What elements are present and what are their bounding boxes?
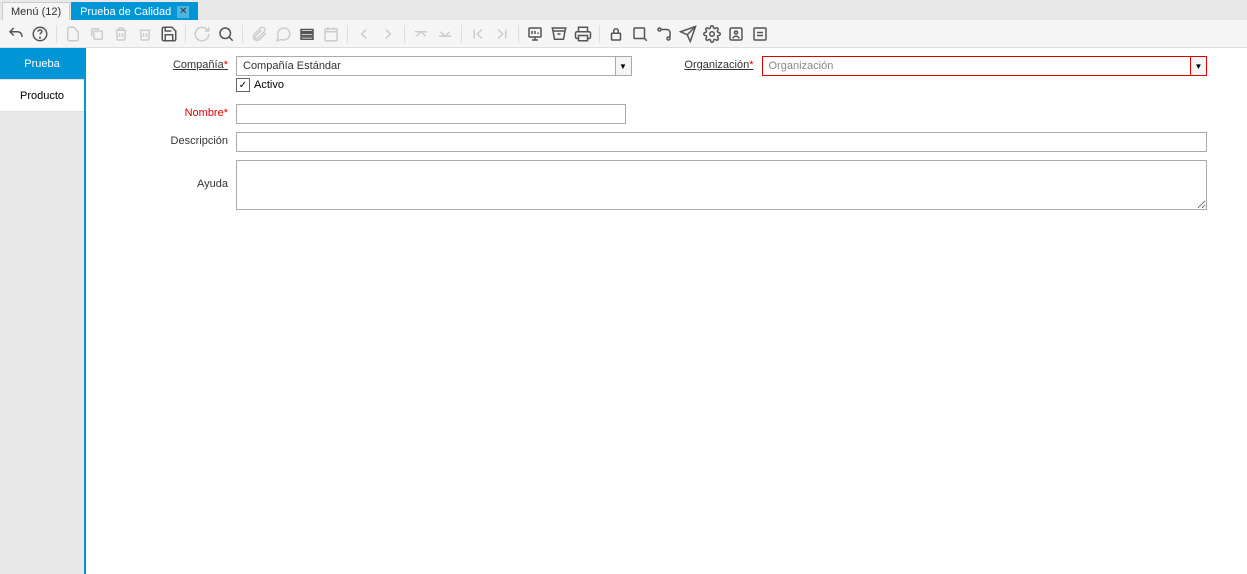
delete-selected-icon — [135, 24, 155, 44]
copy-icon — [87, 24, 107, 44]
organizacion-field[interactable]: Organización ▼ — [762, 56, 1208, 76]
chevron-down-icon[interactable]: ▼ — [1190, 57, 1206, 75]
sidebar-tab-producto[interactable]: Producto — [0, 80, 84, 112]
toolbar — [0, 20, 1247, 48]
parent-icon — [411, 24, 431, 44]
activo-checkbox[interactable]: ✓ — [236, 78, 250, 92]
delete-icon — [111, 24, 131, 44]
grid-toggle-icon[interactable] — [297, 24, 317, 44]
organizacion-label[interactable]: Organización — [672, 56, 762, 76]
help-icon[interactable] — [30, 24, 50, 44]
sidebar-tab-label: Producto — [20, 90, 64, 102]
sidebar-tab-prueba[interactable]: Prueba — [0, 48, 84, 80]
ayuda-textarea[interactable] — [236, 160, 1207, 210]
print-icon[interactable] — [573, 24, 593, 44]
new-icon — [63, 24, 83, 44]
compania-field[interactable]: Compañía Estándar ▼ — [236, 56, 632, 76]
chevron-down-icon[interactable]: ▼ — [615, 57, 631, 75]
organizacion-placeholder: Organización — [763, 57, 1191, 75]
first-record-icon — [468, 24, 488, 44]
prev-icon — [378, 24, 398, 44]
sidebar-tab-label: Prueba — [24, 58, 59, 70]
detail-icon — [435, 24, 455, 44]
nombre-input[interactable] — [236, 104, 626, 124]
tab-prueba-calidad[interactable]: Prueba de Calidad ✕ — [71, 2, 198, 20]
export-icon[interactable] — [750, 24, 770, 44]
descripcion-label: Descripción — [96, 132, 236, 147]
ayuda-label: Ayuda — [96, 160, 236, 190]
gear-icon[interactable] — [702, 24, 722, 44]
calendar-icon — [321, 24, 341, 44]
chat-icon — [273, 24, 293, 44]
compania-label[interactable]: Compañía — [96, 56, 236, 76]
tab-menu[interactable]: Menú (12) — [2, 2, 70, 20]
refresh-icon — [192, 24, 212, 44]
last-record-icon — [492, 24, 512, 44]
tab-label: Prueba de Calidad — [80, 6, 171, 18]
sidebar: Prueba Producto — [0, 48, 86, 574]
workflow-icon[interactable] — [654, 24, 674, 44]
zoom-icon[interactable] — [630, 24, 650, 44]
descripcion-input[interactable] — [236, 132, 1207, 152]
report-icon[interactable] — [525, 24, 545, 44]
window-tabs: Menú (12) Prueba de Calidad ✕ — [0, 0, 1247, 20]
request-icon[interactable] — [678, 24, 698, 44]
attachment-icon — [249, 24, 269, 44]
activo-checkbox-row[interactable]: ✓ Activo — [236, 76, 1207, 92]
form-content: Compañía Compañía Estándar ▼ Organizació… — [86, 48, 1247, 574]
close-icon[interactable]: ✕ — [177, 6, 189, 18]
save-icon[interactable] — [159, 24, 179, 44]
first-icon — [354, 24, 374, 44]
undo-icon[interactable] — [6, 24, 26, 44]
product-info-icon[interactable] — [726, 24, 746, 44]
nombre-label: Nombre — [96, 104, 236, 119]
tab-label: Menú (12) — [11, 6, 61, 18]
compania-value: Compañía Estándar — [237, 57, 615, 75]
lock-icon[interactable] — [606, 24, 626, 44]
activo-label: Activo — [254, 79, 284, 91]
search-icon[interactable] — [216, 24, 236, 44]
archive-icon[interactable] — [549, 24, 569, 44]
